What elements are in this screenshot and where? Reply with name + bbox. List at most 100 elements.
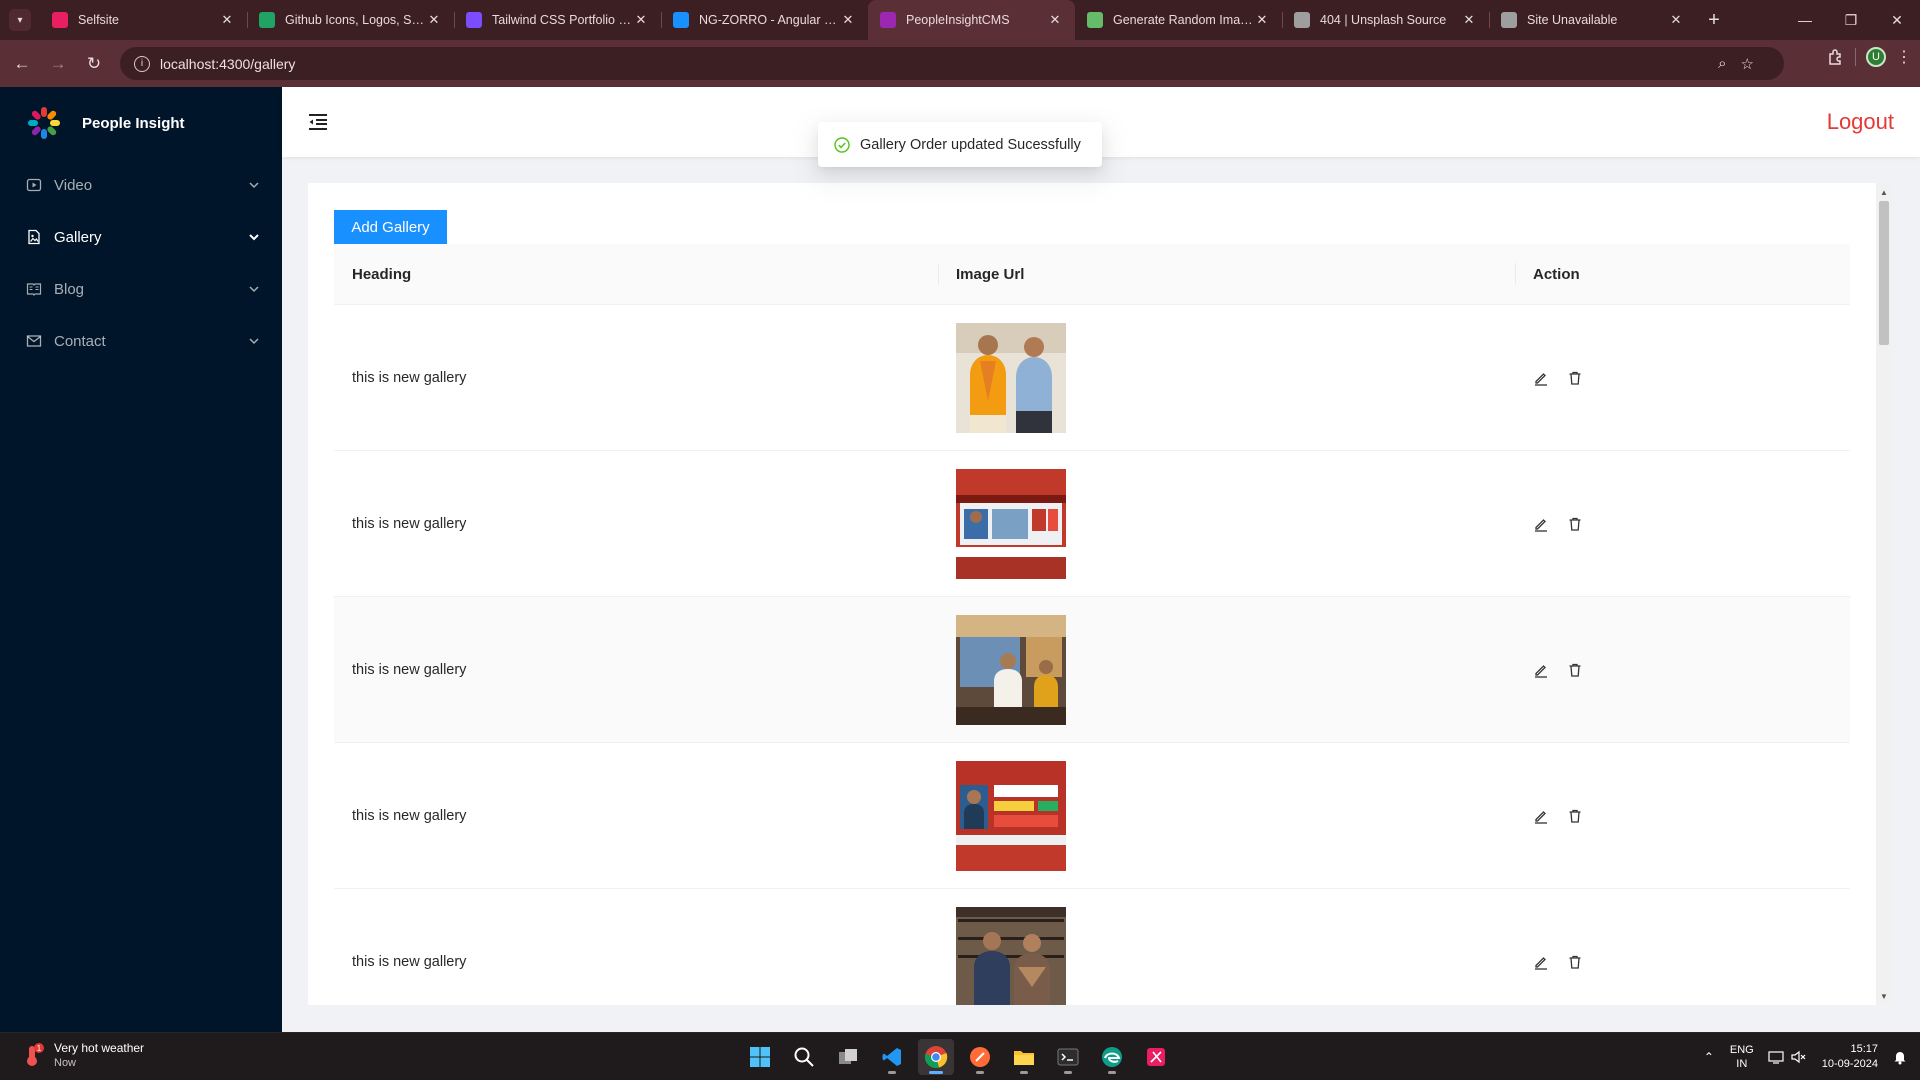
forward-arrow-icon[interactable]: → xyxy=(40,46,76,82)
minimize-icon[interactable]: — xyxy=(1782,0,1828,40)
tab-close-icon[interactable]: ✕ xyxy=(426,12,442,28)
tab-close-icon[interactable]: ✕ xyxy=(1461,12,1477,28)
taskbar-snipping-tool[interactable] xyxy=(1138,1039,1174,1075)
tab-favicon-icon xyxy=(52,12,68,28)
tab-title: Generate Random Images xyxy=(1113,13,1254,27)
gallery-thumbnail[interactable] xyxy=(956,760,1066,871)
logout-link[interactable]: Logout xyxy=(1827,109,1894,135)
table-row[interactable]: this is new gallery xyxy=(334,451,1850,597)
browser-tab[interactable]: Selfsite ✕ xyxy=(40,0,247,40)
task-view-button[interactable] xyxy=(830,1039,866,1075)
taskbar-edge[interactable] xyxy=(1094,1039,1130,1075)
taskbar-search-button[interactable] xyxy=(786,1039,822,1075)
clock[interactable]: 15:17 10-09-2024 xyxy=(1822,1042,1878,1072)
bookmark-star-icon[interactable]: ☆ xyxy=(1741,55,1754,73)
delete-icon[interactable] xyxy=(1567,954,1583,970)
content-scrollbar[interactable]: ▲ ▼ xyxy=(1876,183,1892,1005)
mail-icon xyxy=(26,333,42,349)
back-arrow-icon[interactable]: ← xyxy=(4,46,40,82)
edit-icon[interactable] xyxy=(1533,370,1549,386)
reload-icon[interactable]: ↻ xyxy=(76,46,112,82)
region-code: IN xyxy=(1736,1058,1748,1070)
sidebar-item-video[interactable]: Video xyxy=(0,159,282,211)
delete-icon[interactable] xyxy=(1567,662,1583,678)
tab-close-icon[interactable]: ✕ xyxy=(219,12,235,28)
browser-tab[interactable]: Tailwind CSS Portfolio Section✕ xyxy=(454,0,661,40)
network-icon[interactable] xyxy=(1768,1049,1784,1065)
tab-close-icon[interactable]: ✕ xyxy=(1047,12,1063,28)
sidebar-item-gallery[interactable]: Gallery xyxy=(0,211,282,263)
gallery-thumbnail[interactable] xyxy=(956,614,1066,725)
menu-fold-icon[interactable] xyxy=(308,113,328,131)
table-row[interactable]: this is new gallery xyxy=(334,597,1850,743)
tray-overflow-chevron-icon[interactable]: ⌃ xyxy=(1704,1050,1714,1064)
edit-icon[interactable] xyxy=(1533,516,1549,532)
table-row[interactable]: this is new gallery xyxy=(334,305,1850,451)
image-cell xyxy=(938,305,1515,450)
table-row[interactable]: this is new gallery xyxy=(334,889,1850,1005)
browser-tab[interactable]: Github Icons, Logos, Symbols✕ xyxy=(247,0,454,40)
tab-close-icon[interactable]: ✕ xyxy=(633,12,649,28)
tab-search-chevron-icon[interactable]: ▾ xyxy=(9,9,31,31)
gallery-thumbnail[interactable] xyxy=(956,906,1066,1006)
terminal-icon xyxy=(1057,1048,1079,1066)
browser-tab[interactable]: Site Unavailable ✕ xyxy=(1489,0,1696,40)
delete-icon[interactable] xyxy=(1567,808,1583,824)
running-indicator xyxy=(976,1071,984,1074)
browser-tab[interactable]: 404 | Unsplash Source ✕ xyxy=(1282,0,1489,40)
taskbar-terminal[interactable] xyxy=(1050,1039,1086,1075)
notification-bell-icon[interactable] xyxy=(1892,1049,1908,1065)
image-cell xyxy=(938,451,1515,596)
chevron-down-icon xyxy=(248,179,260,191)
sidebar-item-blog[interactable]: Blog xyxy=(0,263,282,315)
scroll-down-arrow-icon[interactable]: ▼ xyxy=(1876,989,1892,1003)
scroll-up-arrow-icon[interactable]: ▲ xyxy=(1876,185,1892,199)
taskbar-chrome[interactable] xyxy=(918,1039,954,1075)
sidebar-item-contact[interactable]: Contact xyxy=(0,315,282,367)
start-button[interactable] xyxy=(742,1039,778,1075)
close-window-icon[interactable]: ✕ xyxy=(1874,0,1920,40)
new-tab-button[interactable]: + xyxy=(1696,0,1732,40)
delete-icon[interactable] xyxy=(1567,370,1583,386)
site-info-icon[interactable]: i xyxy=(134,55,150,72)
scrollbar-thumb[interactable] xyxy=(1879,201,1889,345)
browser-tab[interactable]: Generate Random Images ✕ xyxy=(1075,0,1282,40)
thermometer-icon: 1 xyxy=(27,1043,44,1066)
weather-widget[interactable]: 1 Very hot weather Now xyxy=(20,1041,144,1069)
extensions-puzzle-icon[interactable] xyxy=(1827,48,1845,66)
folder-icon xyxy=(1014,1051,1034,1065)
delete-icon[interactable] xyxy=(1567,516,1583,532)
zoom-icon[interactable]: ⌕ xyxy=(1718,55,1726,73)
action-cell xyxy=(1515,597,1850,742)
add-gallery-button[interactable]: Add Gallery xyxy=(334,210,447,244)
tab-favicon-icon xyxy=(466,12,482,28)
gallery-thumbnail[interactable] xyxy=(956,468,1066,579)
browser-tab[interactable]: PeopleInsightCMS ✕ xyxy=(868,0,1075,40)
brand[interactable]: People Insight xyxy=(0,87,282,159)
browser-tab[interactable]: NG-ZORRO - Angular UI component library✕ xyxy=(661,0,868,40)
tab-close-icon[interactable]: ✕ xyxy=(1668,12,1684,28)
gallery-thumbnail[interactable] xyxy=(956,322,1066,433)
edit-icon[interactable] xyxy=(1533,954,1549,970)
language-indicator[interactable]: ENG IN xyxy=(1730,1043,1754,1071)
taskbar-postman[interactable] xyxy=(962,1039,998,1075)
edit-icon[interactable] xyxy=(1533,808,1549,824)
heading-cell: this is new gallery xyxy=(352,953,467,970)
restore-icon[interactable]: ❐ xyxy=(1828,0,1874,40)
sidebar-item-label: Gallery xyxy=(54,228,102,246)
taskbar-vscode[interactable] xyxy=(874,1039,910,1075)
sidebar: People Insight Video Gallery Blog Contac… xyxy=(0,87,282,1032)
table-row[interactable]: this is new gallery xyxy=(334,743,1850,889)
volume-muted-icon[interactable] xyxy=(1790,1049,1806,1065)
taskbar-file-explorer[interactable] xyxy=(1006,1039,1042,1075)
address-bar[interactable]: i localhost:4300/gallery ⌕ ☆ xyxy=(120,47,1784,80)
search-icon xyxy=(794,1047,814,1067)
url-text: localhost:4300/gallery xyxy=(160,55,296,72)
tab-close-icon[interactable]: ✕ xyxy=(840,12,856,28)
tab-favicon-icon xyxy=(259,12,275,28)
heading-cell: this is new gallery xyxy=(352,807,467,824)
tab-close-icon[interactable]: ✕ xyxy=(1254,12,1270,28)
browser-menu-kebab-icon[interactable]: ⋮ xyxy=(1896,47,1912,67)
profile-avatar[interactable]: U xyxy=(1866,47,1886,67)
edit-icon[interactable] xyxy=(1533,662,1549,678)
